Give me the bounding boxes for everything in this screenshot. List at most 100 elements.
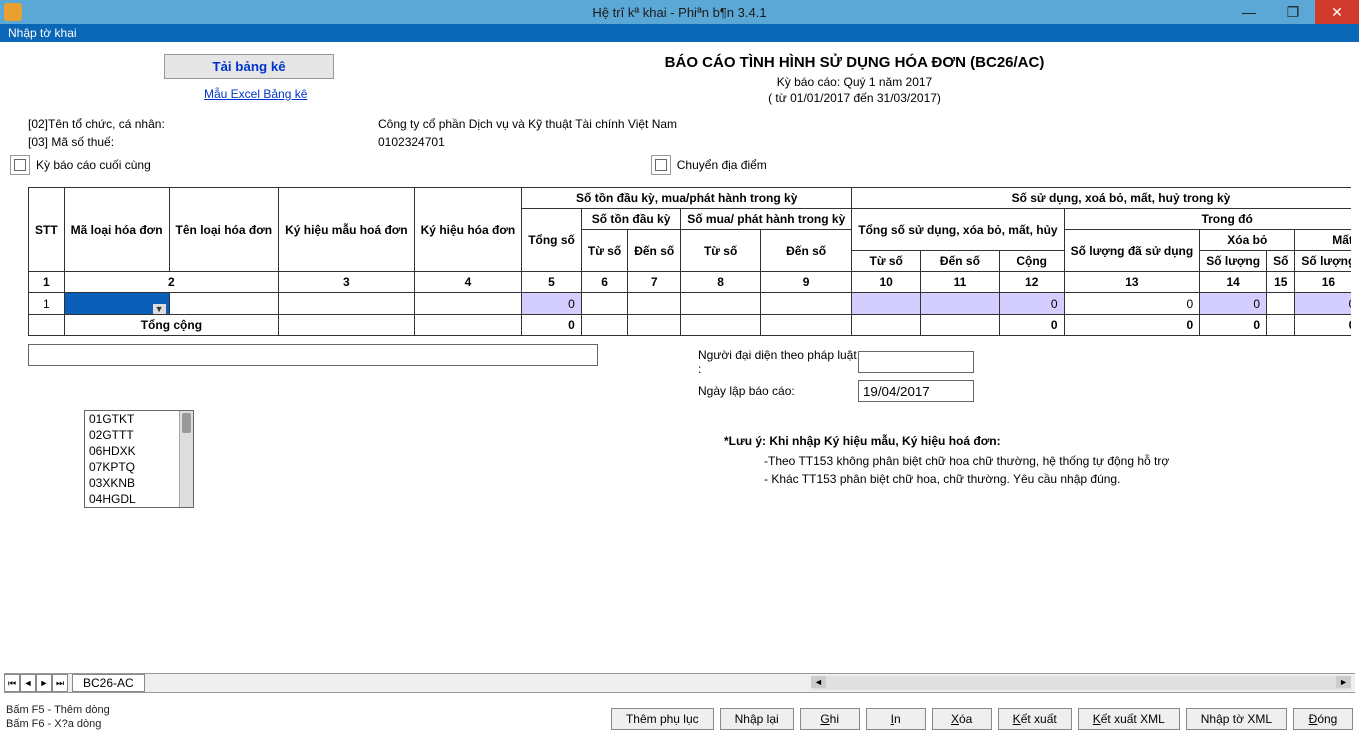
rep-input[interactable] <box>858 351 974 373</box>
cell-tongso[interactable]: 0 <box>522 293 582 315</box>
cell[interactable] <box>169 293 279 315</box>
maximize-button[interactable]: ❐ <box>1271 0 1315 24</box>
colnum: 15 <box>1267 272 1295 293</box>
dropdown-option[interactable]: 01GTKT <box>85 411 193 427</box>
org-value: Công ty cổ phần Dịch vụ và Kỹ thuật Tài … <box>378 117 677 131</box>
close-form-button[interactable]: Đóng <box>1293 708 1353 730</box>
notes-line: - Khác TT153 phân biệt chữ hoa, chữ thườ… <box>764 472 1331 486</box>
report-title: BÁO CÁO TÌNH HÌNH SỬ DỤNG HÓA ĐƠN (BC26/… <box>354 54 1355 71</box>
th-denso3: Đến số <box>921 251 1000 272</box>
colnum: 5 <box>522 272 582 293</box>
cell[interactable] <box>581 293 627 315</box>
th-ten: Tên loại hóa đơn <box>169 188 279 272</box>
window-title: Hệ trî kª khai - Phiªn b¶n 3.4.1 <box>592 5 766 20</box>
report-period: Kỳ báo cáo: Quý 1 năm 2017 <box>354 75 1355 89</box>
cell-mat-sl[interactable]: 0 <box>1295 293 1351 315</box>
th-kyhieumau: Ký hiệu mẫu hoá đơn <box>279 188 415 272</box>
th-kyhieu: Ký hiệu hóa đơn <box>414 188 522 272</box>
sheet-tab[interactable]: BC26-AC <box>72 674 145 692</box>
total-slsd: 0 <box>1064 315 1200 336</box>
dropdown-option[interactable]: 04HGDL <box>85 491 193 507</box>
cell[interactable] <box>852 293 921 315</box>
cell[interactable] <box>1267 293 1295 315</box>
cell-xb-sl[interactable]: 0 <box>1200 293 1267 315</box>
export-button[interactable]: Kết xuất <box>998 708 1072 730</box>
scroll-next-icon[interactable]: ► <box>36 674 52 692</box>
close-button[interactable]: ✕ <box>1315 0 1359 24</box>
minimize-button[interactable]: — <box>1227 0 1271 24</box>
th-tsd: Tổng số sử dụng, xóa bỏ, mất, hủy <box>852 209 1064 251</box>
colnum: 2 <box>64 272 278 293</box>
cell[interactable] <box>761 293 852 315</box>
colnum: 10 <box>852 272 921 293</box>
load-button[interactable]: Tải bảng kê <box>164 54 334 79</box>
colnum: 4 <box>414 272 522 293</box>
total-label: Tổng cộng <box>64 315 278 336</box>
cell[interactable] <box>279 293 415 315</box>
dropdown-option[interactable]: 06HDXK <box>85 443 193 459</box>
colnum: 16 <box>1295 272 1351 293</box>
th-slsd: Số lượng đã sử dụng <box>1064 230 1200 272</box>
reload-button[interactable]: Nhập lại <box>720 708 794 730</box>
note-input[interactable] <box>28 344 598 366</box>
excel-template-link[interactable]: Mẫu Excel Bảng kê <box>204 87 354 101</box>
org-label: [02]Tên tổ chức, cá nhân: <box>28 117 378 131</box>
ribbon-tab: Nhập tờ khai <box>0 24 1359 42</box>
dropdown-option[interactable]: 07KPTQ <box>85 459 193 475</box>
last-period-checkbox[interactable] <box>10 155 30 175</box>
scroll-last-icon[interactable]: ⏭ <box>52 674 68 692</box>
move-location-checkbox[interactable] <box>651 155 671 175</box>
invoice-type-dropdown[interactable]: 01GTKT 02GTTT 06HDXK 07KPTQ 03XKNB 04HGD… <box>84 410 194 508</box>
notes-line: -Theo TT153 không phân biệt chữ hoa chữ … <box>764 454 1331 468</box>
cell[interactable] <box>414 293 522 315</box>
th-xb-so: Số <box>1267 251 1295 272</box>
dropdown-option[interactable]: 02GTTT <box>85 427 193 443</box>
scroll-first-icon[interactable]: ⏮ <box>4 674 20 692</box>
invoice-type-select[interactable] <box>64 293 169 315</box>
colnum: 8 <box>681 272 761 293</box>
th-group2: Số sử dụng, xoá bỏ, mất, huỷ trong kỳ <box>852 188 1351 209</box>
add-appendix-button[interactable]: Thêm phụ lục <box>611 708 714 730</box>
th-xb-sl: Số lượng <box>1200 251 1267 272</box>
th-tuso1: Từ số <box>581 230 627 272</box>
th-stt: STT <box>29 188 65 272</box>
save-button[interactable]: Ghi <box>800 708 860 730</box>
horizontal-scrollbar[interactable] <box>811 676 1351 690</box>
scroll-prev-icon[interactable]: ◄ <box>20 674 36 692</box>
move-location-label: Chuyển địa điểm <box>677 158 767 172</box>
colnum: 6 <box>581 272 627 293</box>
dropdown-option[interactable]: 03XKNB <box>85 475 193 491</box>
export-xml-button[interactable]: Kết xuất XML <box>1078 708 1180 730</box>
colnum: 9 <box>761 272 852 293</box>
titlebar: Hệ trî kª khai - Phiªn b¶n 3.4.1 — ❐ ✕ <box>0 0 1359 24</box>
date-input[interactable] <box>858 380 974 402</box>
th-denso2: Đến số <box>761 230 852 272</box>
invoice-table: STT Mã loại hóa đơn Tên loại hóa đơn Ký … <box>28 187 1351 336</box>
footer-hints: Bấm F5 - Thêm dòng Bấm F6 - X?a dòng <box>0 701 116 733</box>
dropdown-scrollbar[interactable] <box>179 411 193 507</box>
rep-label: Người đại diện theo pháp luật : <box>698 348 858 376</box>
th-mat: Mất <box>1295 230 1351 251</box>
app-icon <box>4 3 22 21</box>
th-ma: Mã loại hóa đơn <box>64 188 169 272</box>
th-denso1: Đến số <box>628 230 681 272</box>
colnum: 3 <box>279 272 415 293</box>
tax-value: 0102324701 <box>378 135 445 149</box>
th-xoabo: Xóa bỏ <box>1200 230 1295 251</box>
cell[interactable] <box>628 293 681 315</box>
cell-slsd[interactable]: 0 <box>1064 293 1200 315</box>
cell[interactable] <box>921 293 1000 315</box>
delete-button[interactable]: Xóa <box>932 708 992 730</box>
colnum: 13 <box>1064 272 1200 293</box>
total-xb-sl: 0 <box>1200 315 1267 336</box>
date-label: Ngày lập báo cáo: <box>698 384 858 398</box>
total-mat-sl: 0 <box>1295 315 1351 336</box>
print-button[interactable]: In <box>866 708 926 730</box>
cell-cong[interactable]: 0 <box>999 293 1064 315</box>
cell[interactable] <box>681 293 761 315</box>
th-mat-sl: Số lượng <box>1295 251 1351 272</box>
notes-title: *Lưu ý: Khi nhập Ký hiệu mẫu, Ký hiệu ho… <box>724 434 1331 448</box>
colnum: 1 <box>29 272 65 293</box>
th-stdk: Số tồn đầu kỳ <box>581 209 680 230</box>
import-xml-button[interactable]: Nhập tờ XML <box>1186 708 1287 730</box>
